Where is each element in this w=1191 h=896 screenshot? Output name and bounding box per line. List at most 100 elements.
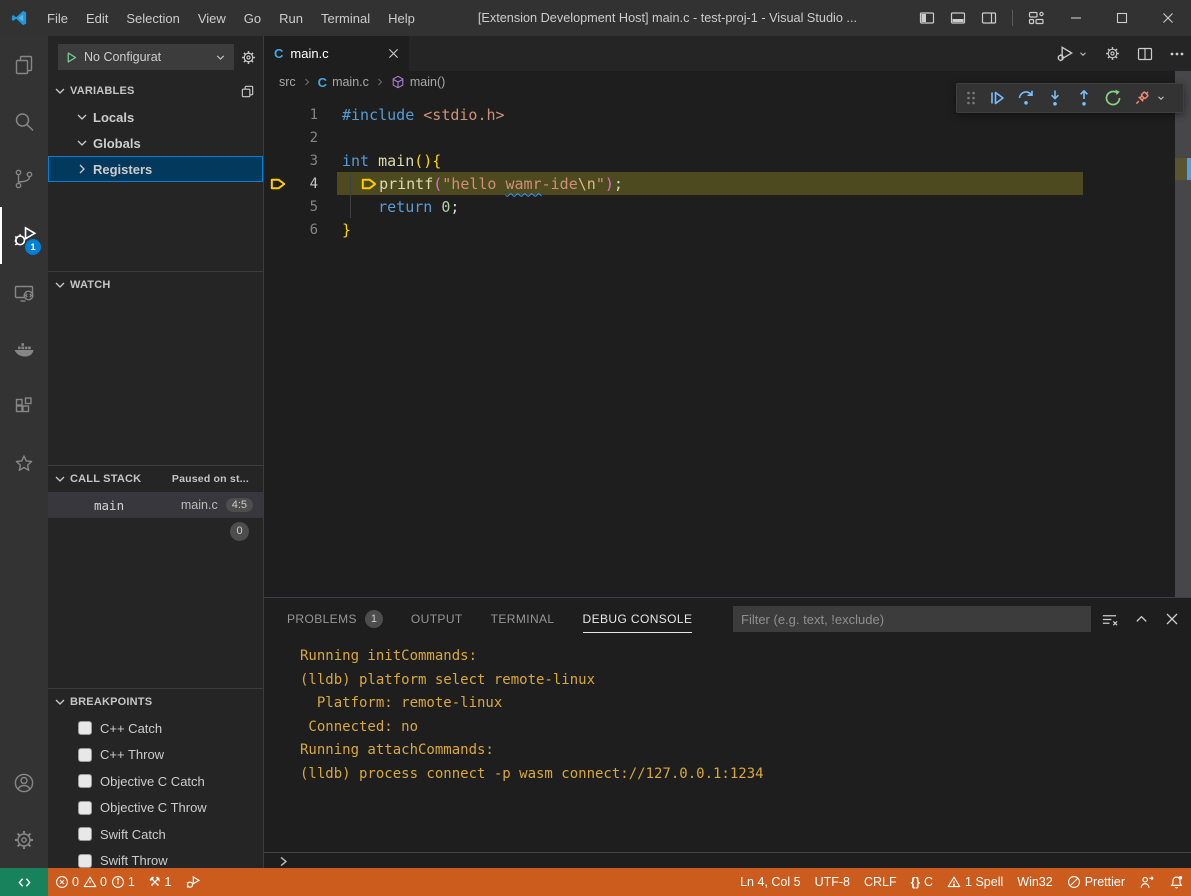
continue-button[interactable] (987, 88, 1007, 108)
step-into-button[interactable] (1045, 88, 1065, 108)
formatter-status[interactable]: Prettier (1060, 868, 1132, 896)
settings-button[interactable] (0, 811, 48, 868)
breakpoint-checkbox[interactable] (78, 774, 92, 788)
breakpoint-row[interactable]: Objective C Throw (48, 795, 263, 822)
code-line-6[interactable]: 6} (264, 218, 1175, 241)
spell-checker-status[interactable]: 1 Spell (940, 868, 1010, 896)
toggle-secondary-sidebar-icon[interactable] (981, 10, 997, 26)
menu-edit[interactable]: Edit (77, 11, 117, 26)
toggle-panel-icon[interactable] (950, 10, 966, 26)
console-filter-input[interactable] (733, 606, 1091, 632)
sidebar-item-run-and-debug[interactable]: 1 (0, 207, 48, 264)
call-stack-header[interactable]: CALL STACK Paused on st... (48, 466, 263, 492)
watch-header[interactable]: WATCH (48, 272, 263, 298)
platform-status[interactable]: Win32 (1010, 868, 1059, 896)
breakpoint-row[interactable]: Objective C Catch (48, 768, 263, 795)
breakpoint-checkbox[interactable] (78, 721, 92, 735)
stack-frame-row[interactable]: main main.c 4:5 (48, 492, 263, 518)
language-mode[interactable]: {}C (904, 868, 940, 896)
problems-status[interactable]: 0 0 1 (48, 868, 142, 896)
debug-status[interactable] (178, 868, 208, 896)
sidebar-item-search[interactable] (0, 93, 48, 150)
menu-file[interactable]: File (38, 11, 77, 26)
glyph-margin[interactable] (264, 103, 296, 126)
menu-go[interactable]: Go (235, 11, 270, 26)
breakpoint-row[interactable]: C++ Throw (48, 742, 263, 769)
clear-console-icon[interactable] (1101, 611, 1118, 628)
eol-sequence[interactable]: CRLF (857, 868, 904, 896)
panel-tab-debug-console[interactable]: DEBUG CONSOLE (583, 598, 693, 640)
panel-tab-problems[interactable]: PROBLEMS1 (287, 598, 383, 640)
breakpoint-checkbox[interactable] (78, 854, 92, 868)
variables-scope-locals[interactable]: Locals (48, 104, 263, 130)
run-or-debug-button[interactable] (1056, 44, 1088, 63)
tools-status[interactable]: ⚒1 (142, 868, 179, 896)
breakpoint-checkbox[interactable] (78, 801, 92, 815)
notifications-bell[interactable] (1162, 868, 1191, 896)
code-editor[interactable]: 1#include <stdio.h>23int main(){4 printf… (264, 93, 1175, 597)
editor-scrollbar[interactable] (1175, 71, 1191, 597)
launch-config-dropdown[interactable]: No Configurat (58, 44, 234, 70)
sidebar-item-extensions[interactable] (0, 378, 48, 435)
more-actions-icon[interactable] (1169, 46, 1185, 62)
close-panel-icon[interactable] (1165, 612, 1179, 626)
glyph-margin[interactable] (264, 172, 296, 195)
sidebar-item-star[interactable] (0, 435, 48, 492)
cursor-position[interactable]: Ln 4, Col 5 (733, 868, 807, 896)
breadcrumb-symbol[interactable]: main() (410, 75, 445, 89)
sidebar-item-remote-explorer[interactable] (0, 264, 48, 321)
step-over-button[interactable] (1016, 88, 1036, 108)
restart-button[interactable] (1103, 88, 1123, 108)
code-line-5[interactable]: 5 return 0; (264, 195, 1175, 218)
breakpoint-checkbox[interactable] (78, 748, 92, 762)
encoding[interactable]: UTF-8 (808, 868, 857, 896)
disconnect-button[interactable] (1132, 88, 1166, 108)
glyph-margin[interactable] (264, 126, 296, 149)
breakpoint-checkbox[interactable] (78, 827, 92, 841)
glyph-margin[interactable] (264, 149, 296, 172)
menu-help[interactable]: Help (379, 11, 424, 26)
settings-gear-icon[interactable] (1104, 45, 1121, 62)
panel-tab-terminal[interactable]: TERMINAL (491, 598, 555, 640)
panel-tab-output[interactable]: OUTPUT (411, 598, 463, 640)
configure-gear-icon[interactable] (240, 49, 257, 66)
close-tab-icon[interactable] (388, 48, 399, 59)
glyph-margin[interactable] (264, 195, 296, 218)
variables-header[interactable]: VARIABLES (48, 78, 263, 104)
glyph-margin[interactable] (264, 218, 296, 241)
breakpoint-row[interactable]: C++ Catch (48, 715, 263, 742)
maximize-panel-icon[interactable] (1134, 612, 1149, 627)
sidebar-item-source-control[interactable] (0, 150, 48, 207)
toggle-sidebar-icon[interactable] (919, 10, 935, 26)
toolbar-drag-handle[interactable] (964, 88, 978, 108)
breakpoint-row[interactable]: Swift Catch (48, 821, 263, 848)
copy-icon[interactable] (240, 84, 255, 99)
customize-layout-icon[interactable] (1028, 10, 1045, 26)
debug-console-output[interactable]: Running initCommands:(lldb) platform sel… (300, 645, 1171, 786)
remote-indicator[interactable] (0, 868, 48, 896)
account-button[interactable] (0, 754, 48, 811)
code-line-3[interactable]: 3int main(){ (264, 149, 1175, 172)
variables-scope-globals[interactable]: Globals (48, 130, 263, 156)
sidebar-item-docker[interactable] (0, 321, 48, 378)
maximize-button[interactable] (1099, 0, 1145, 36)
debug-console-input[interactable] (264, 852, 1191, 869)
breadcrumb-file[interactable]: main.c (332, 75, 369, 89)
close-button[interactable] (1145, 0, 1191, 36)
menu-run[interactable]: Run (270, 11, 312, 26)
breadcrumb-src[interactable]: src (279, 75, 296, 89)
menu-view[interactable]: View (189, 11, 235, 26)
breakpoints-header[interactable]: BREAKPOINTS (48, 689, 263, 715)
breakpoint-row[interactable]: Swift Throw (48, 848, 263, 869)
code-line-2[interactable]: 2 (264, 126, 1175, 149)
code-line-4[interactable]: 4 printf("hello wamr-ide\n"); (264, 172, 1175, 195)
split-editor-icon[interactable] (1137, 46, 1153, 62)
menu-terminal[interactable]: Terminal (312, 11, 379, 26)
minimize-button[interactable] (1053, 0, 1099, 36)
menu-selection[interactable]: Selection (117, 11, 188, 26)
step-out-button[interactable] (1074, 88, 1094, 108)
sidebar-item-explorer[interactable] (0, 36, 48, 93)
tab-main-c[interactable]: C main.c (264, 36, 409, 71)
variables-scope-registers[interactable]: Registers (48, 156, 263, 182)
feedback-status[interactable] (1132, 868, 1162, 896)
